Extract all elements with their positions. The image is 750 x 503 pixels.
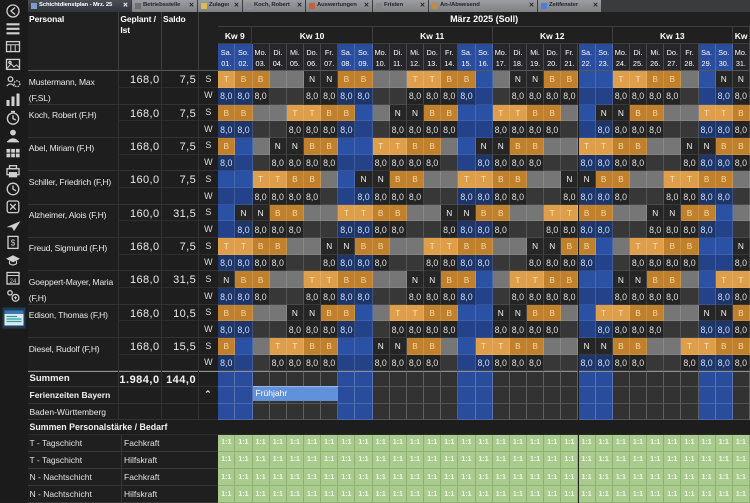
svg-text:$: $ xyxy=(11,238,16,247)
svg-text:24: 24 xyxy=(10,279,17,285)
